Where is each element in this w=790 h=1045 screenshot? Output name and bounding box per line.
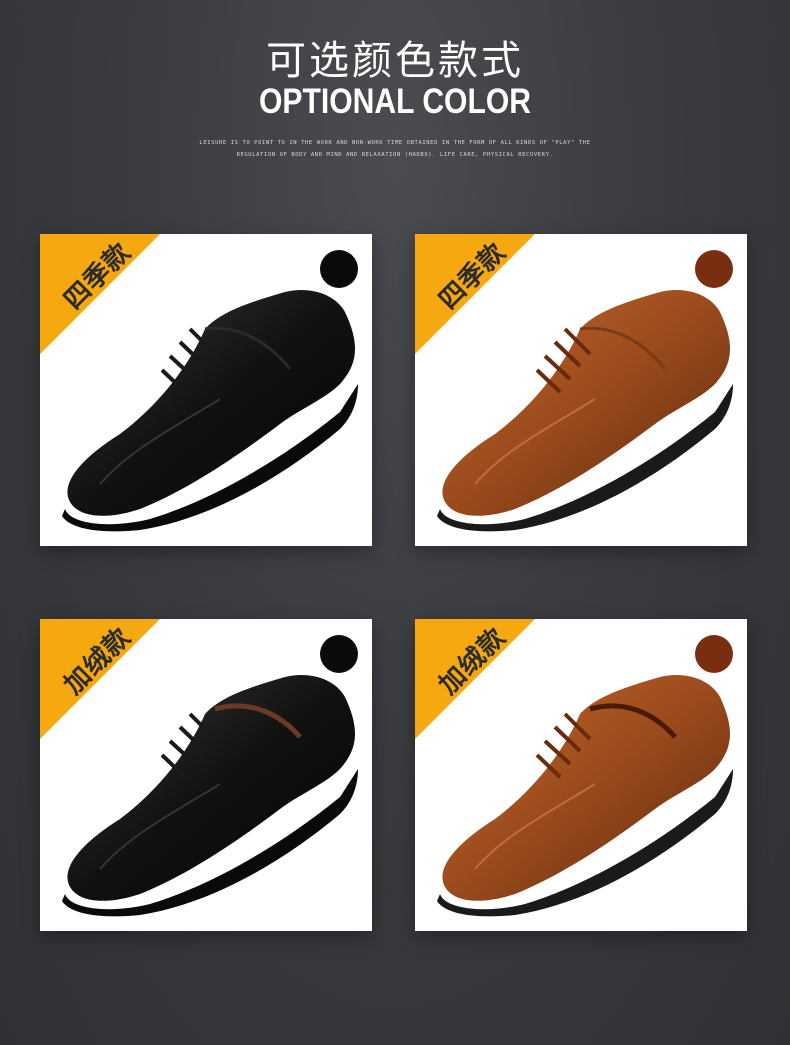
color-swatch-brown[interactable] <box>695 250 733 288</box>
color-swatch-brown[interactable] <box>695 635 733 673</box>
tagline-line-2: REGULATION OF BODY AND MIND AND RELAXATI… <box>236 152 554 158</box>
color-swatch-black[interactable] <box>320 635 358 673</box>
product-card-black-fleece[interactable]: 加绒款 <box>40 619 372 931</box>
product-card-brown-fleece[interactable]: 加绒款 <box>415 619 747 931</box>
page-title-cn: 可选颜色款式 <box>266 38 524 84</box>
page-title-en: OPTIONAL COLOR <box>258 82 532 121</box>
color-swatch-black[interactable] <box>320 250 358 288</box>
product-card-black-four-season[interactable]: 四季款 <box>40 234 372 546</box>
product-card-brown-four-season[interactable]: 四季款 <box>415 234 747 546</box>
tagline-line-1: LEISURE IS TO POINT TO IN THE WORK AND N… <box>199 140 591 146</box>
header: 可选颜色款式 OPTIONAL COLOR LEISURE IS TO POIN… <box>0 0 790 200</box>
